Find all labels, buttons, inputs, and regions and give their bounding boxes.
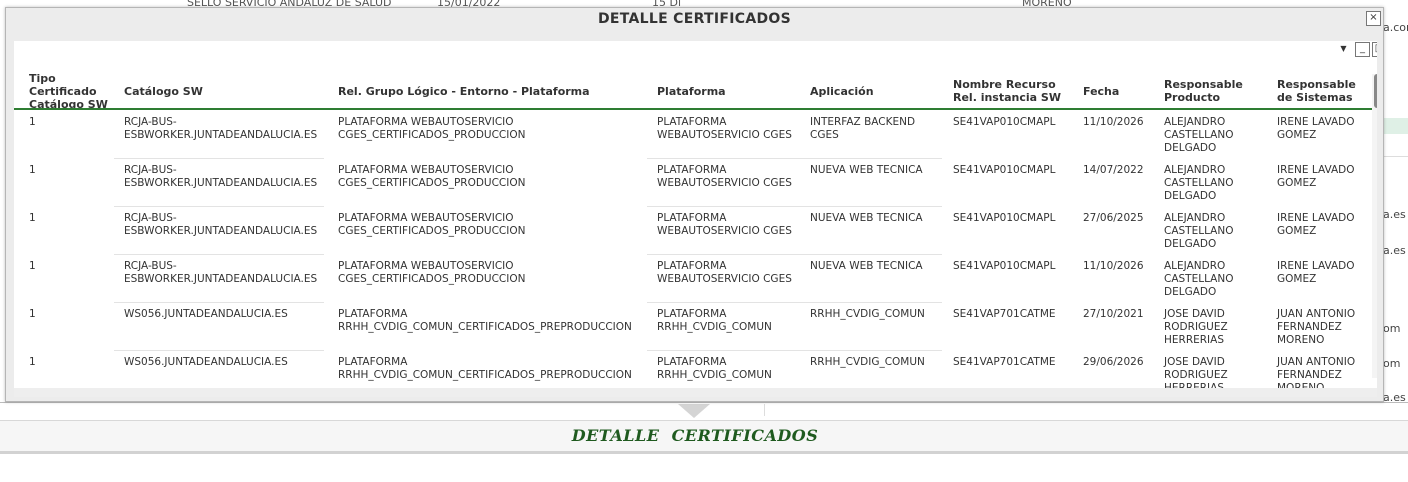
cell-tipo: 1 — [29, 116, 36, 128]
cell-resp-producto: ALEJANDRO CASTELLANO DELGADO — [1164, 260, 1234, 298]
cell-tipo: 1 — [29, 164, 36, 176]
cell-catalogo: RCJA-BUS- ESBWORKER.JUNTADEANDALUCIA.ES — [124, 164, 318, 189]
cell-tipo: 1 — [29, 356, 36, 368]
table-body: 1 RCJA-BUS- ESBWORKER.JUNTADEANDALUCIA.ES… — [14, 116, 1374, 397]
cell-resp-producto: ALEJANDRO CASTELLANO DELGADO — [1164, 164, 1234, 202]
table-row[interactable]: 1 RCJA-BUS- ESBWORKER.JUNTADEANDALUCIA.ES… — [14, 212, 1374, 260]
row-divider — [114, 158, 324, 159]
cell-aplicacion: RRHH_CVDIG_COMUN — [810, 356, 925, 368]
cell-recurso: SE41VAP010CMAPL — [953, 164, 1056, 176]
cell-aplicacion: INTERFAZ BACKEND CGES — [810, 116, 916, 141]
cell-fecha: 27/10/2021 — [1083, 308, 1144, 320]
collapse-icon[interactable]: ▼ — [1337, 42, 1350, 55]
cell-catalogo: RCJA-BUS- ESBWORKER.JUNTADEANDALUCIA.ES — [124, 212, 318, 237]
bg-email-fragment: a.es — [1383, 208, 1406, 221]
cell-resp-producto: JOSE DAVIDRODRIGUEZHERRERIAS — [1164, 308, 1228, 346]
cell-recurso: SE41VAP701CATME — [953, 356, 1056, 368]
cell-rel-grupo: PLATAFORMA WEBAUTOSERVICIO CGES_CERTIFICA… — [338, 260, 526, 285]
row-divider — [647, 158, 942, 159]
bg-email-fragment: om — [1383, 357, 1401, 370]
row-divider — [647, 350, 942, 351]
cell-aplicacion: NUEVA WEB TECNICA — [810, 164, 923, 176]
bg-email-fragment: om — [1383, 322, 1401, 335]
cell-resp-producto: ALEJANDRO CASTELLANO DELGADO — [1164, 116, 1234, 154]
cell-plataforma: PLATAFORMA WEBAUTOSERVICIO CGES — [657, 164, 792, 189]
cell-fecha: 27/06/2025 — [1083, 212, 1144, 224]
bg-email-fragment: a.com — [1383, 21, 1408, 34]
cell-plataforma: PLATAFORMA WEBAUTOSERVICIO CGES — [657, 260, 792, 285]
table-row[interactable]: 1 RCJA-BUS- ESBWORKER.JUNTADEANDALUCIA.ES… — [14, 164, 1374, 212]
row-divider — [647, 302, 942, 303]
divider — [764, 404, 765, 416]
cell-catalogo: WS056.JUNTADEANDALUCIA.ES — [124, 308, 288, 320]
bg-selected-row — [1383, 118, 1408, 134]
row-divider — [114, 302, 324, 303]
row-divider — [647, 254, 942, 255]
section-title: DETALLE CERTIFICADOS — [571, 426, 819, 445]
vertical-scrollbar[interactable] — [1372, 74, 1377, 378]
cell-plataforma: PLATAFORMA WEBAUTOSERVICIO CGES — [657, 212, 792, 237]
expand-arrow-icon[interactable] — [678, 404, 710, 418]
table-row[interactable]: 1 WS056.JUNTADEANDALUCIA.ES PLATAFORMA RR… — [14, 308, 1374, 356]
cell-resp-sistemas: IRENE LAVADO GOMEZ — [1277, 212, 1355, 237]
row-divider — [114, 350, 324, 351]
cell-tipo: 1 — [29, 212, 36, 224]
row-divider — [114, 254, 324, 255]
cell-recurso: SE41VAP010CMAPL — [953, 212, 1056, 224]
minimize-icon[interactable]: _ — [1355, 42, 1370, 57]
cell-aplicacion: RRHH_CVDIG_COMUN — [810, 308, 925, 320]
cell-catalogo: RCJA-BUS- ESBWORKER.JUNTADEANDALUCIA.ES — [124, 260, 318, 285]
cell-catalogo: WS056.JUNTADEANDALUCIA.ES — [124, 356, 288, 368]
cell-aplicacion: NUEVA WEB TECNICA — [810, 260, 923, 272]
table-row[interactable]: 1 RCJA-BUS- ESBWORKER.JUNTADEANDALUCIA.ES… — [14, 116, 1374, 164]
cell-rel-grupo: PLATAFORMA RRHH_CVDIG_COMUN_CERTIFICADOS_… — [338, 356, 632, 381]
bg-email-fragment: a.es — [1383, 244, 1406, 257]
cell-resp-sistemas: JUAN ANTONIOFERNANDEZMORENO — [1277, 308, 1356, 346]
row-divider — [647, 206, 942, 207]
cell-resp-sistemas: IRENE LAVADO GOMEZ — [1277, 164, 1355, 189]
cell-resp-sistemas: IRENE LAVADO GOMEZ — [1277, 260, 1355, 285]
divider — [0, 402, 1408, 403]
cell-plataforma: PLATAFORMA WEBAUTOSERVICIO CGES — [657, 116, 792, 141]
header-divider — [14, 108, 1374, 110]
divider — [1383, 156, 1408, 157]
cell-recurso: SE41VAP010CMAPL — [953, 116, 1056, 128]
cell-rel-grupo: PLATAFORMA RRHH_CVDIG_COMUN_CERTIFICADOS_… — [338, 308, 632, 333]
dialog-title: DETALLE CERTIFICADOS — [598, 11, 791, 27]
cell-rel-grupo: PLATAFORMA WEBAUTOSERVICIO CGES_CERTIFICA… — [338, 212, 526, 237]
cell-rel-grupo: PLATAFORMA WEBAUTOSERVICIO CGES_CERTIFICA… — [338, 164, 526, 189]
cell-plataforma: PLATAFORMA RRHH_CVDIG_COMUN — [657, 308, 772, 333]
section-header: DETALLE CERTIFICADOS — [0, 420, 1408, 454]
cell-resp-sistemas: IRENE LAVADO GOMEZ — [1277, 116, 1355, 141]
horizontal-scrollbar[interactable] — [14, 388, 1377, 397]
cell-recurso: SE41VAP701CATME — [953, 308, 1056, 320]
cell-fecha: 14/07/2022 — [1083, 164, 1144, 176]
cell-resp-producto: ALEJANDRO CASTELLANO DELGADO — [1164, 212, 1234, 250]
cell-rel-grupo: PLATAFORMA WEBAUTOSERVICIO CGES_CERTIFICA… — [338, 116, 526, 141]
background-right-column: a.com a.es a.es om om a.es — [1383, 0, 1408, 410]
maximize-icon[interactable]: □ — [1372, 42, 1377, 57]
cell-fecha: 11/10/2026 — [1083, 260, 1144, 272]
cell-fecha: 29/06/2026 — [1083, 356, 1144, 368]
cell-catalogo: RCJA-BUS- ESBWORKER.JUNTADEANDALUCIA.ES — [124, 116, 318, 141]
cell-recurso: SE41VAP010CMAPL — [953, 260, 1056, 272]
cell-tipo: 1 — [29, 260, 36, 272]
row-divider — [114, 206, 324, 207]
scrollbar-thumb[interactable] — [1374, 74, 1377, 108]
cell-plataforma: PLATAFORMA RRHH_CVDIG_COMUN — [657, 356, 772, 381]
certificates-dialog: DETALLE CERTIFICADOS × ▼ _ □ Tipo Certif… — [5, 7, 1384, 402]
cell-aplicacion: NUEVA WEB TECNICA — [810, 212, 923, 224]
cell-fecha: 11/10/2026 — [1083, 116, 1144, 128]
table-row[interactable]: 1 RCJA-BUS- ESBWORKER.JUNTADEANDALUCIA.ES… — [14, 260, 1374, 308]
cell-tipo: 1 — [29, 308, 36, 320]
close-icon[interactable]: × — [1366, 11, 1381, 26]
table-panel: ▼ _ □ Tipo Certificado Catálogo SW Catál… — [14, 41, 1377, 397]
